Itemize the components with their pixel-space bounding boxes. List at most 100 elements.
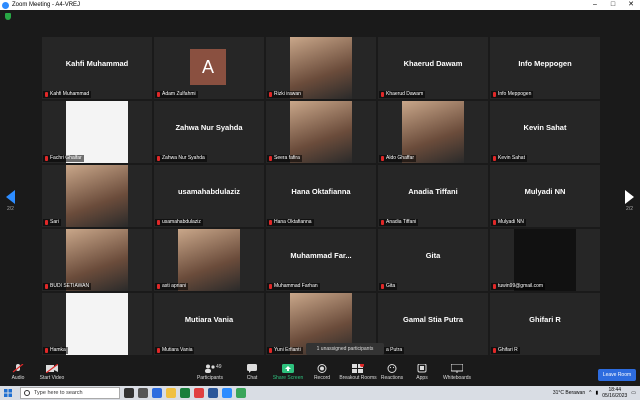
whiteboard-icon (451, 364, 463, 373)
participant-name-label: Yuni Erfianti (267, 347, 303, 354)
participant-name-label: Info Meppogen (491, 91, 534, 98)
participant-display-name: Info Meppogen (518, 59, 572, 68)
participant-tile[interactable]: Ghifari R Ghifari R (490, 293, 600, 355)
participant-name-label: Anadia Tiffani (379, 219, 419, 226)
participant-name: Seera fafira (274, 155, 300, 161)
mic-muted-icon (45, 156, 48, 161)
security-shield-icon[interactable] (5, 13, 11, 20)
start-video-button[interactable]: Start Video (30, 364, 74, 381)
participant-video (290, 37, 352, 99)
participant-display-name: Kevin Sahat (523, 123, 567, 132)
leave-room-button[interactable]: Leave Room (598, 369, 636, 381)
taskbar-clock[interactable]: 18:44 05/16/2023 (602, 387, 627, 399)
participant-display-name: Mutiara Vania (184, 315, 234, 324)
notification-icon[interactable]: ▭ (631, 390, 636, 396)
participant-name-label: Aldo Ghaffar (379, 155, 416, 162)
participant-tile[interactable]: Mutiara Vania Mutiara Vania (154, 293, 264, 355)
mic-muted-icon (157, 284, 160, 289)
participant-tile[interactable]: Hamka (42, 293, 152, 355)
edge-icon[interactable] (152, 388, 162, 398)
record-icon (317, 364, 327, 373)
participant-tile[interactable]: Kahfi Muhammad Kahfi Muhammad (42, 37, 152, 99)
whatsapp-icon[interactable] (236, 388, 246, 398)
participant-tile[interactable]: Rizki irawan (266, 37, 376, 99)
participant-tile[interactable]: Fachri Ghalfar (42, 101, 152, 163)
mic-muted-icon (45, 284, 48, 289)
participant-name: Kevin Sahat (498, 155, 525, 161)
participant-tile[interactable]: Anadia Tiffani Anadia Tiffani (378, 165, 488, 227)
mic-muted-icon (45, 92, 48, 97)
participant-tile[interactable]: usamahabdulaziz usamahabdulaziz (154, 165, 264, 227)
participant-tile[interactable]: Gita Gita (378, 229, 488, 291)
mic-muted-icon (493, 348, 496, 353)
camera-app-icon[interactable] (138, 388, 148, 398)
weather-status[interactable]: 31°C Berawan (553, 390, 585, 396)
search-icon (24, 390, 30, 396)
participant-tile[interactable]: Mulyadi NN Mulyadi NN (490, 165, 600, 227)
participant-name-label: usamahabdulaziz (155, 219, 203, 226)
participant-tile[interactable]: Aldo Ghaffar (378, 101, 488, 163)
participant-video (402, 101, 464, 163)
participant-display-name: Gita (425, 251, 441, 260)
whiteboards-button[interactable]: Whiteboards (435, 364, 479, 381)
participant-display-name: Ghifari R (529, 315, 561, 324)
tray-chevron-icon[interactable]: ^ (589, 390, 591, 396)
participant-tile[interactable]: BUDI SETIAWAN (42, 229, 152, 291)
window-titlebar: Zoom Meeting - A4-VREJ – □ ✕ (0, 0, 640, 10)
window-title: Zoom Meeting - A4-VREJ (12, 2, 81, 8)
participant-name: Sari (50, 219, 59, 225)
participant-display-name: Khaerud Dawam (403, 59, 463, 68)
page-indicator-left: 2/2 (7, 206, 14, 212)
zoom-taskbar-icon[interactable] (222, 388, 232, 398)
participants-icon (205, 364, 215, 373)
participant-name-label: Hana Oktafianna (267, 219, 314, 226)
participant-name: Mulyadi NN (498, 219, 524, 225)
participant-name-label: asti apriani (155, 283, 189, 290)
participant-display-name: Zahwa Nur Syahda (175, 123, 243, 132)
participant-tile[interactable]: tuwin99@gmail.com (490, 229, 600, 291)
participant-display-name: Mulyadi NN (524, 187, 566, 196)
participant-tile[interactable]: A Adam Zulfahmi (154, 37, 264, 99)
participant-name-label: tuwin99@gmail.com (491, 283, 546, 290)
participant-name-label: Mulyadi NN (491, 219, 526, 226)
participant-tile[interactable]: Gamal Stia Putra a Putra (378, 293, 488, 355)
participant-name-label: Khaerud Dawam (379, 91, 426, 98)
file-explorer-icon[interactable] (166, 388, 176, 398)
unassigned-participants-popup[interactable]: 1 unassigned participants (306, 343, 384, 355)
participants-button[interactable]: Participants (188, 364, 232, 381)
mic-muted-icon (493, 220, 496, 225)
windows-start-icon[interactable] (4, 389, 12, 397)
participant-tile[interactable]: Kevin Sahat Kevin Sahat (490, 101, 600, 163)
chrome-icon[interactable] (194, 388, 204, 398)
participant-video (290, 101, 352, 163)
mic-muted-icon (493, 284, 496, 289)
mic-muted-icon (157, 348, 160, 353)
next-page-icon[interactable] (624, 190, 634, 204)
close-icon[interactable]: ✕ (622, 0, 640, 10)
participant-tile[interactable]: Muhammad Far... Muhammad Farhan (266, 229, 376, 291)
task-view-icon[interactable] (124, 388, 134, 398)
mic-muted-icon (493, 92, 496, 97)
minimize-icon[interactable]: – (586, 0, 604, 10)
excel-icon[interactable] (180, 388, 190, 398)
participant-grid: Kahfi Muhammad Kahfi Muhammad A Adam Zulfah… (42, 37, 600, 355)
maximize-icon[interactable]: □ (604, 0, 622, 10)
network-icon[interactable]: ▮ (595, 390, 598, 396)
participant-name-label: BUDI SETIAWAN (43, 283, 92, 290)
participant-tile[interactable]: Seera fafira (266, 101, 376, 163)
taskbar-search-input[interactable]: Type here to search (20, 387, 120, 399)
participant-video (514, 229, 576, 291)
participant-tile[interactable]: Info Meppogen Info Meppogen (490, 37, 600, 99)
participant-display-name: Gamal Stia Putra (402, 315, 464, 324)
participant-tile[interactable]: Zahwa Nur Syahda Zahwa Nur Syahda (154, 101, 264, 163)
participant-tile[interactable]: Khaerud Dawam Khaerud Dawam (378, 37, 488, 99)
mic-muted-icon (381, 220, 384, 225)
prev-page-icon[interactable] (6, 190, 16, 204)
participant-tile[interactable]: Sari (42, 165, 152, 227)
word-icon[interactable] (208, 388, 218, 398)
participant-name-label: Gita (379, 283, 398, 290)
participant-tile[interactable]: asti apriani (154, 229, 264, 291)
participant-name: Info Meppogen (498, 91, 532, 97)
participant-name: Aldo Ghaffar (386, 155, 414, 161)
participant-tile[interactable]: Hana Oktafianna Hana Oktafianna (266, 165, 376, 227)
